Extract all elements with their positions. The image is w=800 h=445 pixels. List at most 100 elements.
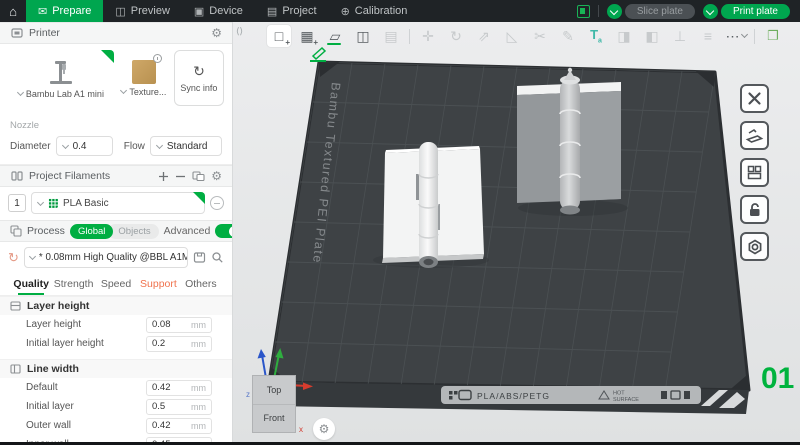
view-settings-button[interactable]: ⚙ xyxy=(313,418,335,440)
tab-speed[interactable]: Speed xyxy=(95,278,137,295)
setting-label: Layer height xyxy=(26,319,82,330)
default-line-width-input[interactable]: 0.42 mm xyxy=(146,379,212,396)
setting-row: Layer height 0.08 mm xyxy=(0,315,232,334)
more-options-icon[interactable]: ⋯ xyxy=(724,25,748,47)
tab-preview-label: Preview xyxy=(130,5,170,17)
search-icon[interactable] xyxy=(211,251,224,264)
plate-action-buttons xyxy=(740,84,769,261)
nav-cube[interactable]: Top Front x z xyxy=(246,375,303,434)
flow-select[interactable]: Standard xyxy=(149,136,222,156)
home-icon[interactable]: ⌂ xyxy=(0,4,26,19)
warning-text-line2: SURFACE xyxy=(613,397,639,403)
rotate-icon[interactable]: ↻ xyxy=(444,25,468,47)
add-plate-icon[interactable]: ▦ + xyxy=(295,25,319,48)
add-model-icon[interactable]: □ + xyxy=(267,25,291,47)
sync-filament-icon[interactable] xyxy=(192,170,205,182)
layer-height-input[interactable]: 0.08 mm xyxy=(146,316,212,333)
sync-info-button[interactable]: ↻ Sync info xyxy=(173,50,224,106)
layer-height-icon xyxy=(10,301,21,311)
layer-height-group-header: Layer height xyxy=(0,296,232,315)
setting-value: 0.2 xyxy=(152,338,166,349)
divider xyxy=(597,5,599,17)
scale-icon[interactable]: ⇗ xyxy=(472,25,496,47)
process-section-title: Process xyxy=(27,225,65,237)
collapse-sidebar-icon[interactable]: ⟨⟩ xyxy=(236,26,243,37)
process-preset-select[interactable]: * 0.08mm High Quality @BBL A1M xyxy=(23,247,188,268)
delete-all-button[interactable] xyxy=(740,84,769,113)
flow-label: Flow xyxy=(123,140,145,152)
process-icon xyxy=(10,225,22,238)
auto-orient-button[interactable] xyxy=(740,121,769,150)
outer-wall-line-width-input[interactable]: 0.42 mm xyxy=(146,417,212,434)
top-bar: ⌂ ✉ Prepare ◫ Preview ▣ Device ▤ Project… xyxy=(0,0,800,22)
reset-preset-icon[interactable]: ↻ xyxy=(8,251,19,264)
prepare-icon: ✉ xyxy=(38,5,48,18)
tab-calibration[interactable]: ⊕ Calibration xyxy=(329,0,420,22)
scope-objects-button[interactable]: Objects xyxy=(108,223,159,239)
lock-plate-button[interactable] xyxy=(740,195,769,224)
save-preset-icon[interactable] xyxy=(193,251,206,264)
printer-icon xyxy=(10,27,23,40)
plate-history-clock-icon xyxy=(152,54,162,63)
scope-global-button[interactable]: Global xyxy=(69,223,114,239)
tab-project[interactable]: ▤ Project xyxy=(255,0,329,22)
color-paint-icon[interactable]: ✎ xyxy=(556,25,580,47)
slice-options-chevron-icon[interactable] xyxy=(606,3,622,19)
nav-cube-front-face[interactable]: Front xyxy=(253,403,295,433)
split-to-parts-icon[interactable]: ▤ xyxy=(379,25,403,47)
tab-quality[interactable]: Quality xyxy=(10,278,52,295)
tab-strength[interactable]: Strength xyxy=(52,278,94,295)
arrange-plate-button[interactable] xyxy=(740,158,769,187)
build-plate-card[interactable]: Texture... xyxy=(118,50,169,106)
mesh-boolean-icon[interactable]: ◧ xyxy=(640,25,664,47)
text-tool-icon[interactable]: Ta xyxy=(584,25,608,47)
preview-icon: ◫ xyxy=(115,5,126,18)
seam-paint-icon[interactable]: ◨ xyxy=(612,25,636,47)
device-status-icon[interactable] xyxy=(576,4,590,18)
setting-label: Outer wall xyxy=(26,420,72,431)
filament-slot-index: 1 xyxy=(8,194,26,212)
tab-prepare[interactable]: ✉ Prepare xyxy=(26,0,104,22)
supports-icon[interactable]: ⊥ xyxy=(668,25,692,47)
process-section-header: Process Global Objects Advanced xyxy=(0,220,232,242)
tab-preview[interactable]: ◫ Preview xyxy=(103,0,182,22)
sidebar: Printer ⚙ Bambu Lab A1 mini Texture... ↻… xyxy=(0,22,233,445)
setting-value: 0.42 xyxy=(152,420,171,431)
filament-settings-gear-icon[interactable]: ⚙ xyxy=(211,169,222,183)
printer-card[interactable]: Bambu Lab A1 mini xyxy=(8,50,114,106)
filament-select[interactable]: PLA Basic xyxy=(31,192,205,214)
split-to-objects-icon[interactable]: ◫ xyxy=(351,25,375,47)
tab-support[interactable]: Support xyxy=(137,278,179,295)
advanced-toggle[interactable] xyxy=(215,224,232,238)
hinge-model-standing[interactable] xyxy=(517,67,621,215)
tab-others[interactable]: Others xyxy=(180,278,222,295)
move-icon[interactable]: ✛ xyxy=(416,25,440,47)
initial-layer-height-input[interactable]: 0.2 mm xyxy=(146,335,212,352)
print-plate-button[interactable]: Print plate xyxy=(720,3,790,19)
initial-layer-line-width-input[interactable]: 0.5 mm xyxy=(146,398,212,415)
auto-arrange-icon[interactable]: ▱ xyxy=(323,25,347,47)
tab-device[interactable]: ▣ Device xyxy=(182,0,255,22)
setting-unit: mm xyxy=(191,382,206,393)
print-options-chevron-icon[interactable] xyxy=(702,3,718,19)
add-filament-icon[interactable] xyxy=(158,171,169,182)
slice-plate-button[interactable]: Slice plate xyxy=(624,3,695,19)
nozzle-diameter-select[interactable]: 0.4 xyxy=(55,136,113,156)
group-title: Layer height xyxy=(27,300,90,312)
setting-unit: mm xyxy=(191,401,206,412)
variable-layer-height-icon[interactable]: ≡ xyxy=(696,25,720,47)
setting-row: Initial layer 0.5 mm xyxy=(0,397,232,416)
cut-icon[interactable]: ✂ xyxy=(528,25,552,47)
plate-settings-button[interactable] xyxy=(740,232,769,261)
edit-plate-name-icon[interactable] xyxy=(310,46,327,62)
assembly-view-icon[interactable]: ❐ xyxy=(761,25,785,47)
divider xyxy=(409,28,410,44)
remove-filament-icon[interactable] xyxy=(175,171,186,182)
nav-cube-top-face[interactable]: Top xyxy=(253,376,295,404)
filaments-section-title: Project Filaments xyxy=(29,170,111,182)
hinge-model-flat[interactable] xyxy=(382,142,484,268)
lay-on-face-icon[interactable]: ◺ xyxy=(500,25,524,47)
printer-settings-gear-icon[interactable]: ⚙ xyxy=(211,26,222,40)
edit-filament-icon[interactable] xyxy=(210,196,224,210)
plate-dropdown-chevron-icon xyxy=(120,86,128,95)
